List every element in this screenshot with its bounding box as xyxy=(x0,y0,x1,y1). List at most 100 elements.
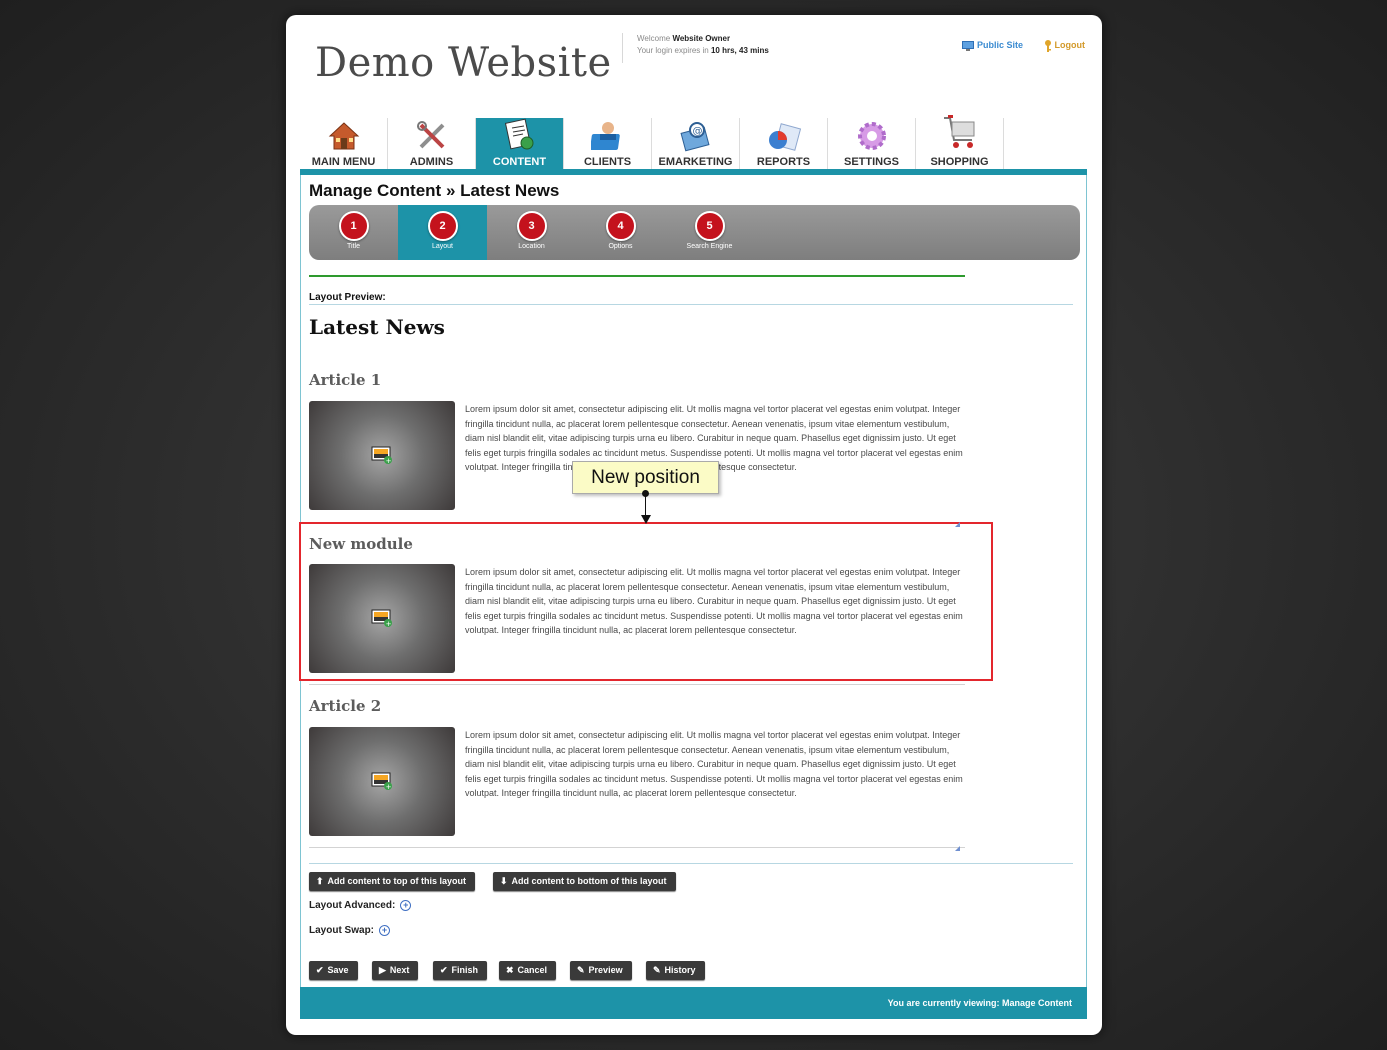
finish-label: Finish xyxy=(451,965,479,975)
tab-label: SETTINGS xyxy=(843,156,899,168)
footer-status: You are currently viewing: Manage Conten… xyxy=(887,998,1072,1008)
step-number: 4 xyxy=(605,211,636,241)
check-icon: ✔ xyxy=(316,965,324,975)
pin-icon: ✎ xyxy=(577,965,585,975)
content-document-icon xyxy=(504,118,533,150)
step-layout[interactable]: 2 Layout xyxy=(398,205,487,260)
footer-bar: You are currently viewing: Manage Conten… xyxy=(300,987,1087,1019)
expand-plus-icon[interactable]: + xyxy=(400,900,412,911)
article-body: Lorem ipsum dolor sit amet, consectetur … xyxy=(465,567,963,636)
tab-content[interactable]: CONTENT xyxy=(476,118,564,170)
add-top-label: Add content to top of this layout xyxy=(327,876,467,886)
article-image[interactable]: + xyxy=(309,401,455,510)
site-logo[interactable]: Demo Website xyxy=(315,40,612,86)
step-location[interactable]: 3 Location xyxy=(487,205,576,260)
pie-chart-report-icon xyxy=(768,123,801,151)
key-icon xyxy=(1044,40,1051,52)
add-bottom-label: Add content to bottom of this layout xyxy=(511,876,667,886)
step-number: 2 xyxy=(427,211,458,241)
history-label: History xyxy=(664,965,696,975)
save-label: Save xyxy=(327,965,349,975)
cancel-button[interactable]: ✖ Cancel xyxy=(499,961,557,980)
tab-reports[interactable]: REPORTS xyxy=(740,118,828,170)
email-icon: @ xyxy=(679,122,710,152)
step-label: Title xyxy=(347,243,360,250)
article-image[interactable]: + xyxy=(309,727,455,836)
tab-label: MAIN MENU xyxy=(311,156,376,168)
layout-swap-label: Layout Swap: xyxy=(309,925,375,936)
monitor-icon xyxy=(962,41,974,51)
tab-label: SHOPPING xyxy=(930,156,989,168)
tab-label: CONTENT xyxy=(492,156,547,168)
house-icon xyxy=(328,122,359,150)
wizard-steps: 1 Title 2 Layout 3 Location 4 Options 5 … xyxy=(309,205,1080,260)
step-options[interactable]: 4 Options xyxy=(576,205,665,260)
expires-value: 10 hrs, 43 mins xyxy=(710,46,769,55)
top-links: Public Site Logout xyxy=(962,40,1085,52)
arrow-down-icon xyxy=(641,515,651,524)
divider xyxy=(309,863,1073,864)
layout-advanced-row: Layout Advanced: + xyxy=(309,900,412,911)
layout-swap-row: Layout Swap: + xyxy=(309,925,391,936)
gear-icon xyxy=(857,122,886,150)
page-frame: Demo Website Welcome Website Owner Your … xyxy=(286,15,1102,1035)
tab-shopping[interactable]: SHOPPING xyxy=(916,115,1004,170)
tab-admins[interactable]: ADMINS xyxy=(388,118,476,170)
resize-corner[interactable] xyxy=(955,846,960,851)
article-title: Article 2 xyxy=(309,697,382,715)
image-placeholder-icon: + xyxy=(371,446,392,465)
arrow-line xyxy=(645,495,646,517)
tab-clients[interactable]: CLIENTS xyxy=(564,118,652,170)
module-title: New module xyxy=(309,535,413,553)
divider xyxy=(309,847,965,848)
article-title: Article 1 xyxy=(309,371,382,389)
preview-heading: Latest News xyxy=(309,315,445,339)
step-number: 3 xyxy=(516,211,547,241)
next-label: Next xyxy=(389,965,410,975)
arrow-up-icon: ⬆ xyxy=(316,876,324,886)
progress-divider xyxy=(309,275,965,277)
svg-text:+: + xyxy=(386,620,392,628)
public-site-label: Public Site xyxy=(977,40,1024,51)
finish-button[interactable]: ✔ Finish xyxy=(433,961,488,980)
tab-label: EMARKETING xyxy=(658,156,733,168)
close-icon: ✖ xyxy=(506,965,514,975)
next-button[interactable]: ▶ Next xyxy=(372,961,419,980)
logout-label: Logout xyxy=(1054,40,1086,51)
tools-icon xyxy=(416,121,444,149)
history-button[interactable]: ✎ History xyxy=(646,961,705,980)
tab-label: REPORTS xyxy=(756,156,811,168)
tab-main-menu[interactable]: MAIN MENU xyxy=(300,118,388,170)
article-body: Lorem ipsum dolor sit amet, consectetur … xyxy=(465,730,963,799)
welcome-panel: Welcome Website Owner Your login expires… xyxy=(622,33,769,63)
layout-preview-label: Layout Preview: xyxy=(309,292,386,303)
divider xyxy=(309,304,1073,305)
resize-corner[interactable] xyxy=(955,522,960,527)
step-title[interactable]: 1 Title xyxy=(309,205,398,260)
page-title: Manage Content » Latest News xyxy=(309,181,560,200)
layout-advanced-label: Layout Advanced: xyxy=(309,900,396,911)
expires-prefix: Your login expires in xyxy=(637,46,709,55)
tab-label: ADMINS xyxy=(409,156,454,168)
play-icon: ▶ xyxy=(379,965,386,975)
welcome-user: Website Owner xyxy=(672,34,731,43)
add-content-bottom-button[interactable]: ⬇ Add content to bottom of this layout xyxy=(493,872,676,891)
step-number: 5 xyxy=(694,211,725,241)
article-image[interactable]: + xyxy=(309,564,455,673)
preview-button[interactable]: ✎ Preview xyxy=(570,961,632,980)
tab-label: CLIENTS xyxy=(583,156,632,168)
save-button[interactable]: ✔ Save xyxy=(309,961,358,980)
step-number: 1 xyxy=(338,211,369,241)
welcome-prefix: Welcome xyxy=(637,34,671,43)
cancel-label: Cancel xyxy=(517,965,548,975)
tab-emarketing[interactable]: @ EMARKETING xyxy=(652,118,740,170)
image-placeholder-icon: + xyxy=(371,609,392,628)
add-content-top-button[interactable]: ⬆ Add content to top of this layout xyxy=(309,872,476,891)
public-site-link[interactable]: Public Site xyxy=(962,40,1026,51)
step-label: Location xyxy=(518,243,545,250)
pin-icon: ✎ xyxy=(653,965,661,975)
step-search-engine[interactable]: 5 Search Engine xyxy=(665,205,754,260)
logout-link[interactable]: Logout xyxy=(1044,40,1086,52)
tab-settings[interactable]: SETTINGS xyxy=(828,118,916,170)
expand-plus-icon[interactable]: + xyxy=(379,925,391,936)
